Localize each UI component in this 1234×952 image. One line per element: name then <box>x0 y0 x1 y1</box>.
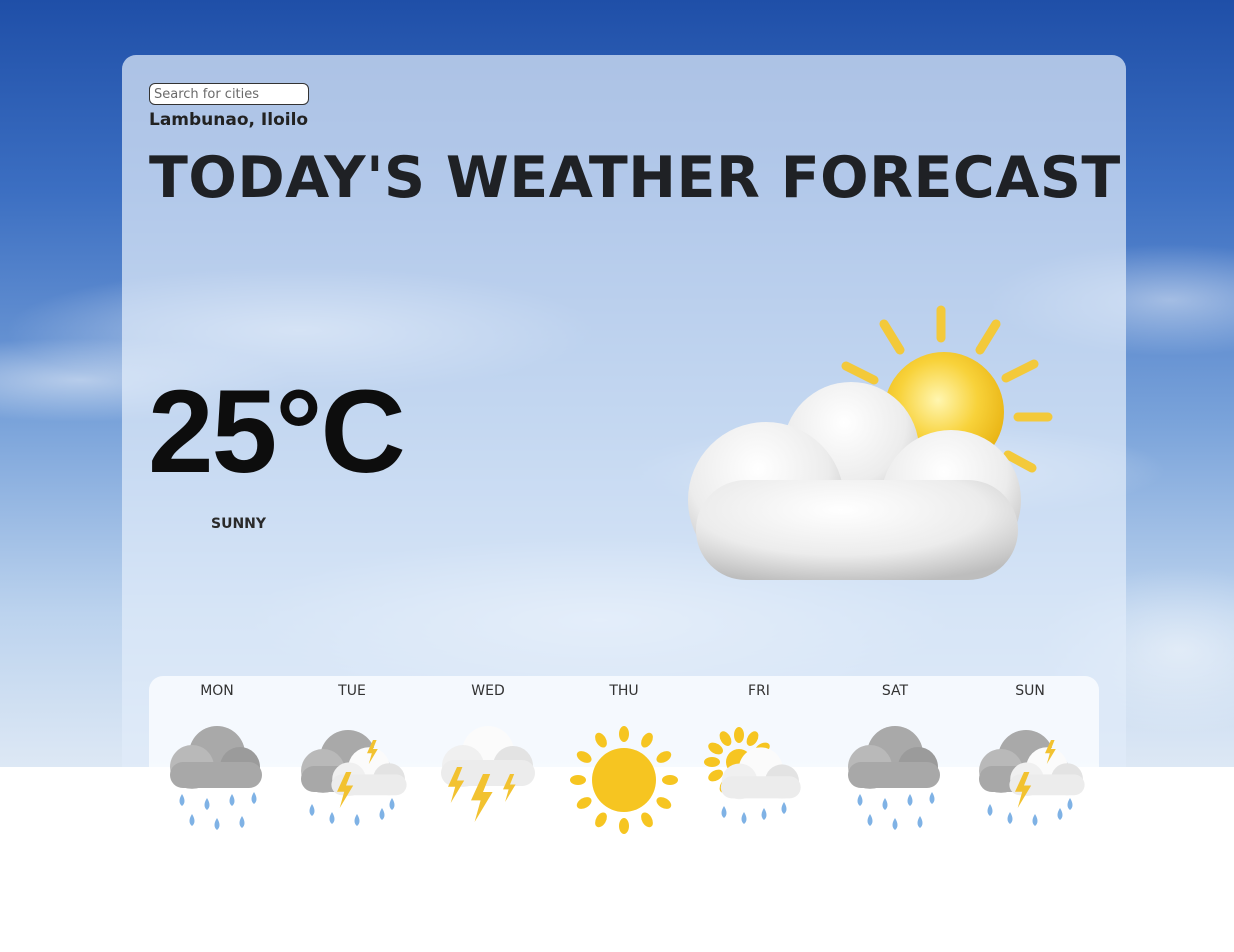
location-label: Lambunao, Iloilo <box>149 110 309 130</box>
thunder-rain-cloud-icon <box>297 722 407 840</box>
forecast-day-fri: FRI <box>748 683 770 699</box>
forecast-day-wed: WED <box>471 683 505 699</box>
page-title: TODAY'S WEATHER FORECAST <box>149 145 1121 211</box>
current-temperature: 25°C <box>148 366 406 498</box>
forecast-day-tue: TUE <box>338 683 366 699</box>
thunder-cloud-icon <box>433 722 543 840</box>
thunder-rain-cloud-icon <box>975 722 1085 840</box>
sun-behind-cloud-icon <box>688 305 1053 580</box>
forecast-day-sat: SAT <box>881 683 909 699</box>
forecast-day-thu: THU <box>609 683 639 699</box>
forecast-day-mon: MON <box>200 683 234 699</box>
sun-icon <box>569 722 679 840</box>
forecast-day-sun: SUN <box>1015 683 1045 699</box>
current-condition: SUNNY <box>211 516 267 532</box>
rain-cloud-icon <box>840 722 950 840</box>
sun-cloud-rain-icon <box>704 722 814 840</box>
rain-cloud-icon <box>162 722 272 840</box>
search-input[interactable] <box>149 83 309 105</box>
